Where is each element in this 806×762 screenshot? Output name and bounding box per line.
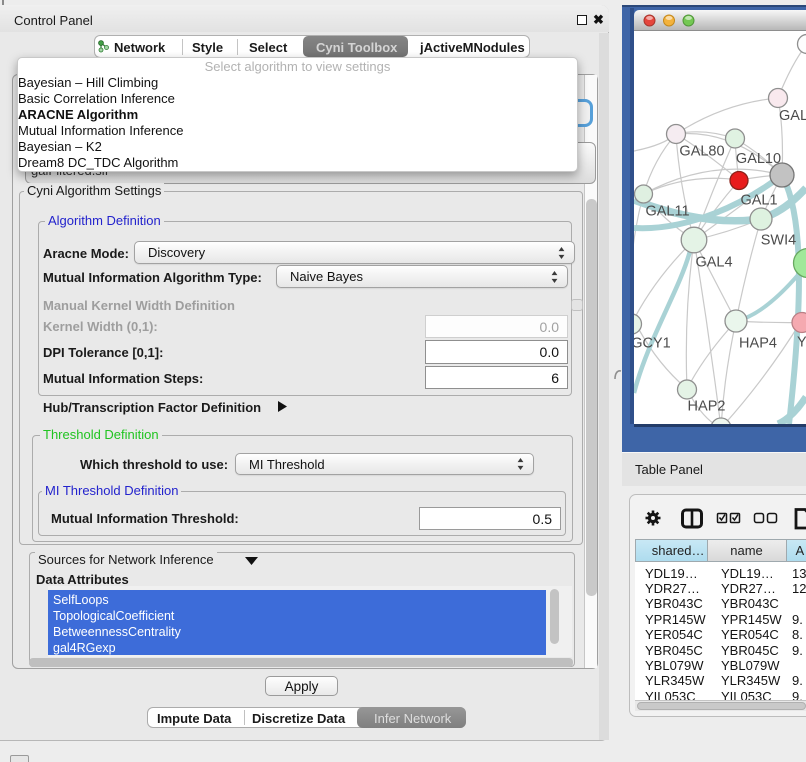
svg-text:GAL7: GAL7 — [779, 108, 806, 124]
svg-text:GAL1: GAL1 — [740, 193, 777, 209]
svg-text:GAL11: GAL11 — [645, 204, 689, 220]
svg-text:GCY1: GCY1 — [634, 336, 671, 352]
svg-text:HAP4: HAP4 — [739, 336, 777, 352]
svg-text:HAP2: HAP2 — [688, 399, 726, 415]
svg-text:YM: YM — [797, 335, 806, 351]
svg-text:GAL4: GAL4 — [695, 255, 732, 271]
svg-text:GAL80: GAL80 — [679, 144, 724, 160]
svg-text:SWI4: SWI4 — [761, 233, 796, 249]
svg-text:GAL10: GAL10 — [736, 151, 781, 167]
